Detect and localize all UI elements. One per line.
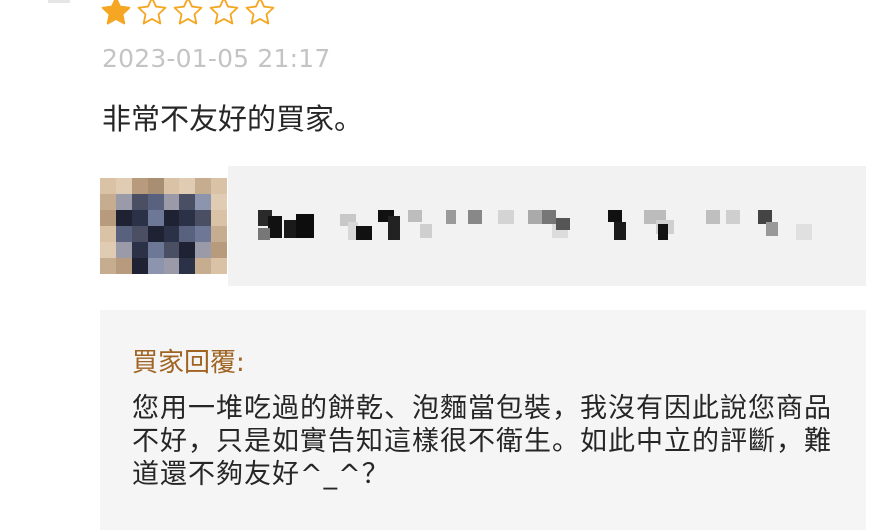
- reply-text: 您用一堆吃過的餅乾、泡麵當包裝，我沒有因此說您商品不好，只是如實告知這樣很不衛生…: [132, 393, 832, 490]
- star-empty-icon: [244, 0, 276, 26]
- pixel-block: [766, 222, 778, 236]
- reply-label: 買家回覆:: [132, 348, 245, 378]
- pixel-block: [468, 210, 482, 224]
- product-name-pixelated: [258, 208, 848, 248]
- pixel-block: [388, 216, 400, 240]
- pixel-block: [614, 222, 626, 240]
- review-text: 非常不友好的買家。: [102, 102, 364, 136]
- pixel-block: [268, 216, 282, 238]
- pixel-block: [556, 218, 570, 230]
- pixel-block: [498, 210, 514, 224]
- pixel-block: [658, 224, 668, 240]
- star-empty-icon: [208, 0, 240, 26]
- star-empty-icon: [136, 0, 168, 26]
- pixel-block: [796, 224, 812, 240]
- product-thumbnail[interactable]: [100, 178, 227, 274]
- pixel-block: [608, 210, 622, 222]
- pixel-block: [284, 220, 296, 238]
- pixel-block: [296, 214, 314, 238]
- pixel-block: [706, 210, 720, 224]
- pixel-block: [542, 210, 556, 224]
- pixel-block: [726, 210, 740, 224]
- pixel-block: [356, 226, 372, 240]
- pixel-block: [258, 228, 270, 240]
- pixel-block: [420, 224, 432, 238]
- star-filled-icon: [100, 0, 132, 26]
- star-empty-icon: [172, 0, 204, 26]
- review-timestamp: 2023-01-05 21:17: [102, 44, 331, 73]
- pixel-block: [446, 210, 456, 224]
- rating-stars: [100, 0, 276, 26]
- separator-line: [48, 0, 70, 3]
- pixel-block: [408, 210, 422, 222]
